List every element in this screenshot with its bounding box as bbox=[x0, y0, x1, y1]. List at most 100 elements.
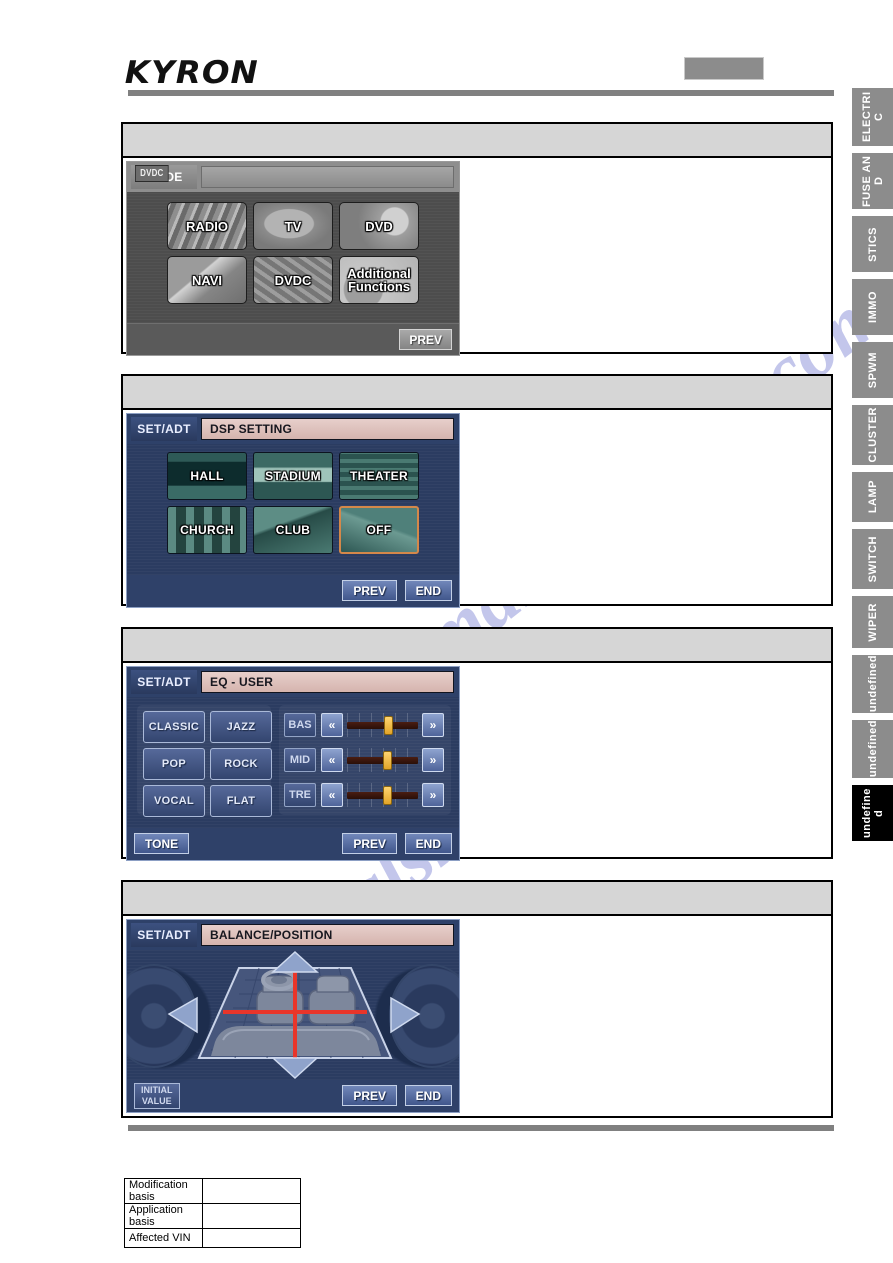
side-tab-label: ELECTRIC bbox=[860, 91, 885, 143]
section-mode-body: MODE DVDC RADIO TV DVD NAVI DVDC Additio… bbox=[123, 158, 831, 356]
eq-slider-label: MID bbox=[284, 748, 316, 772]
eq-preset-classic[interactable]: CLASSIC bbox=[143, 711, 205, 743]
prev-button[interactable]: PREV bbox=[399, 329, 452, 350]
headunit-footer: PREV bbox=[127, 323, 459, 355]
end-button[interactable]: END bbox=[404, 580, 452, 601]
end-button[interactable]: END bbox=[404, 833, 452, 854]
side-tab-immo[interactable]: IMMO bbox=[852, 279, 893, 335]
eq-preset-flat[interactable]: FLAT bbox=[210, 785, 272, 817]
eq-decrease-icon[interactable]: « bbox=[321, 713, 343, 737]
arrow-right-icon bbox=[390, 996, 421, 1034]
meta-key-cell: Affected VIN bbox=[124, 1228, 203, 1248]
mode-button-navi[interactable]: NAVI bbox=[167, 256, 247, 304]
headunit-screen-mode: MODE DVDC RADIO TV DVD NAVI DVDC Additio… bbox=[126, 161, 460, 356]
eq-preset-rock[interactable]: ROCK bbox=[210, 748, 272, 780]
eq-preset-vocal[interactable]: VOCAL bbox=[143, 785, 205, 817]
side-tab-undefined[interactable]: undefined bbox=[852, 720, 893, 778]
direction-arrows[interactable] bbox=[127, 950, 460, 1082]
side-tab-label: CLUSTER bbox=[866, 407, 879, 463]
side-tab-label: undefined bbox=[866, 655, 879, 713]
end-button[interactable]: END bbox=[404, 1085, 452, 1106]
meta-value-cell[interactable] bbox=[202, 1178, 301, 1204]
mode-button-label: NAVI bbox=[191, 272, 223, 288]
eq-slider-knob[interactable] bbox=[382, 786, 392, 805]
side-tab-label: IMMO bbox=[866, 291, 879, 323]
initial-value-button[interactable]: INITIAL VALUE bbox=[134, 1083, 180, 1109]
dsp-button-theater[interactable]: THEATER bbox=[339, 452, 419, 500]
eq-slider-knob[interactable] bbox=[382, 751, 392, 770]
meta-table-body: Modification basis Application basis Affec… bbox=[124, 1178, 301, 1248]
side-tab-fuse-and[interactable]: FUSE AND bbox=[852, 153, 893, 209]
dsp-button-off[interactable]: OFF bbox=[339, 506, 419, 554]
headunit-titlebar: SET/ADT EQ - USER bbox=[127, 667, 459, 697]
side-tab-lamp[interactable]: LAMP bbox=[852, 472, 893, 522]
mode-button-area: RADIO TV DVD NAVI DVDC Additional Functi… bbox=[127, 192, 459, 323]
side-tab-spwm[interactable]: SPWM bbox=[852, 342, 893, 398]
meta-key-cell: Application basis bbox=[124, 1203, 203, 1229]
side-tab-label: undefined bbox=[860, 788, 885, 838]
eq-slider-track[interactable] bbox=[347, 783, 418, 807]
headunit-footer: PREV END bbox=[127, 575, 459, 607]
mode-button-additional-functions[interactable]: Additional Functions bbox=[339, 256, 419, 304]
screen-tag: SET/ADT bbox=[131, 670, 197, 694]
eq-slider-mid: MID « » bbox=[284, 746, 446, 774]
side-tab-electric[interactable]: ELECTRIC bbox=[852, 88, 893, 146]
mode-button-tv[interactable]: TV bbox=[253, 202, 333, 250]
side-tab-stics[interactable]: STICS bbox=[852, 216, 893, 272]
eq-slider-label: BAS bbox=[284, 713, 316, 737]
headunit-titlebar: MODE DVDC bbox=[127, 162, 459, 192]
side-tab-undefined[interactable]: undefined bbox=[852, 655, 893, 713]
eq-increase-icon[interactable]: » bbox=[422, 713, 444, 737]
tone-button[interactable]: TONE bbox=[134, 833, 190, 854]
headunit-titlebar: SET/ADT DSP SETTING bbox=[127, 414, 459, 444]
initial-value-line2: VALUE bbox=[141, 1096, 172, 1106]
mode-button-radio[interactable]: RADIO bbox=[167, 202, 247, 250]
eq-decrease-icon[interactable]: « bbox=[321, 783, 343, 807]
balance-position-area[interactable] bbox=[127, 950, 459, 1080]
eq-preset-pop[interactable]: POP bbox=[143, 748, 205, 780]
prev-button[interactable]: PREV bbox=[342, 833, 397, 854]
section-balance-body: SET/ADT BALANCE/POSITION INITIAL VALUE P… bbox=[123, 916, 831, 1116]
side-tab-label: undefined bbox=[866, 720, 879, 778]
brand-logo-text: KYRON bbox=[124, 55, 259, 91]
eq-slider-stack: BAS « » MID « » TRE « » bbox=[279, 705, 451, 815]
eq-slider-track[interactable] bbox=[347, 713, 418, 737]
mode-button-dvdc[interactable]: DVDC bbox=[253, 256, 333, 304]
eq-increase-icon[interactable]: » bbox=[422, 748, 444, 772]
prev-button[interactable]: PREV bbox=[342, 580, 397, 601]
dsp-button-label: THEATER bbox=[350, 469, 408, 483]
section-eq-header bbox=[123, 629, 831, 663]
dsp-button-label: CLUB bbox=[275, 523, 311, 537]
dsp-button-label: OFF bbox=[366, 523, 392, 537]
meta-value-cell[interactable] bbox=[202, 1228, 301, 1248]
prev-button[interactable]: PREV bbox=[342, 1085, 397, 1106]
dsp-button-hall[interactable]: HALL bbox=[167, 452, 247, 500]
eq-decrease-icon[interactable]: « bbox=[321, 748, 343, 772]
eq-slider-label: TRE bbox=[284, 783, 316, 807]
side-tab-cluster[interactable]: CLUSTER bbox=[852, 405, 893, 465]
section-mode-header bbox=[123, 124, 831, 158]
section-eq-body: SET/ADT EQ - USER CLASSIC JAZZ POP ROCK … bbox=[123, 663, 831, 861]
screen-title: EQ - USER bbox=[201, 671, 454, 693]
side-tab-switch[interactable]: SWITCH bbox=[852, 529, 893, 589]
dsp-button-church[interactable]: CHURCH bbox=[167, 506, 247, 554]
section-dsp-body: SET/ADT DSP SETTING HALL STADIUM THEATER… bbox=[123, 410, 831, 608]
eq-slider-bar bbox=[347, 722, 418, 729]
side-tab-wiper[interactable]: WIPER bbox=[852, 596, 893, 648]
dsp-button-club[interactable]: CLUB bbox=[253, 506, 333, 554]
eq-slider-knob[interactable] bbox=[383, 716, 393, 735]
eq-preset-jazz[interactable]: JAZZ bbox=[210, 711, 272, 743]
table-row: Affected VIN bbox=[124, 1228, 301, 1248]
meta-value-cell[interactable] bbox=[202, 1203, 301, 1229]
dsp-button-stadium[interactable]: STADIUM bbox=[253, 452, 333, 500]
eq-increase-icon[interactable]: » bbox=[422, 783, 444, 807]
side-tab-undefined[interactable]: undefined bbox=[852, 785, 893, 841]
initial-value-line1: INITIAL bbox=[141, 1085, 173, 1095]
dsp-button-label: STADIUM bbox=[265, 469, 321, 483]
eq-slider-track[interactable] bbox=[347, 748, 418, 772]
table-row: Modification basis bbox=[124, 1178, 301, 1204]
screen-title: BALANCE/POSITION bbox=[201, 924, 454, 946]
mode-button-dvd[interactable]: DVD bbox=[339, 202, 419, 250]
brand-logo: KYRON bbox=[124, 52, 259, 91]
dsp-button-label: HALL bbox=[190, 469, 224, 483]
